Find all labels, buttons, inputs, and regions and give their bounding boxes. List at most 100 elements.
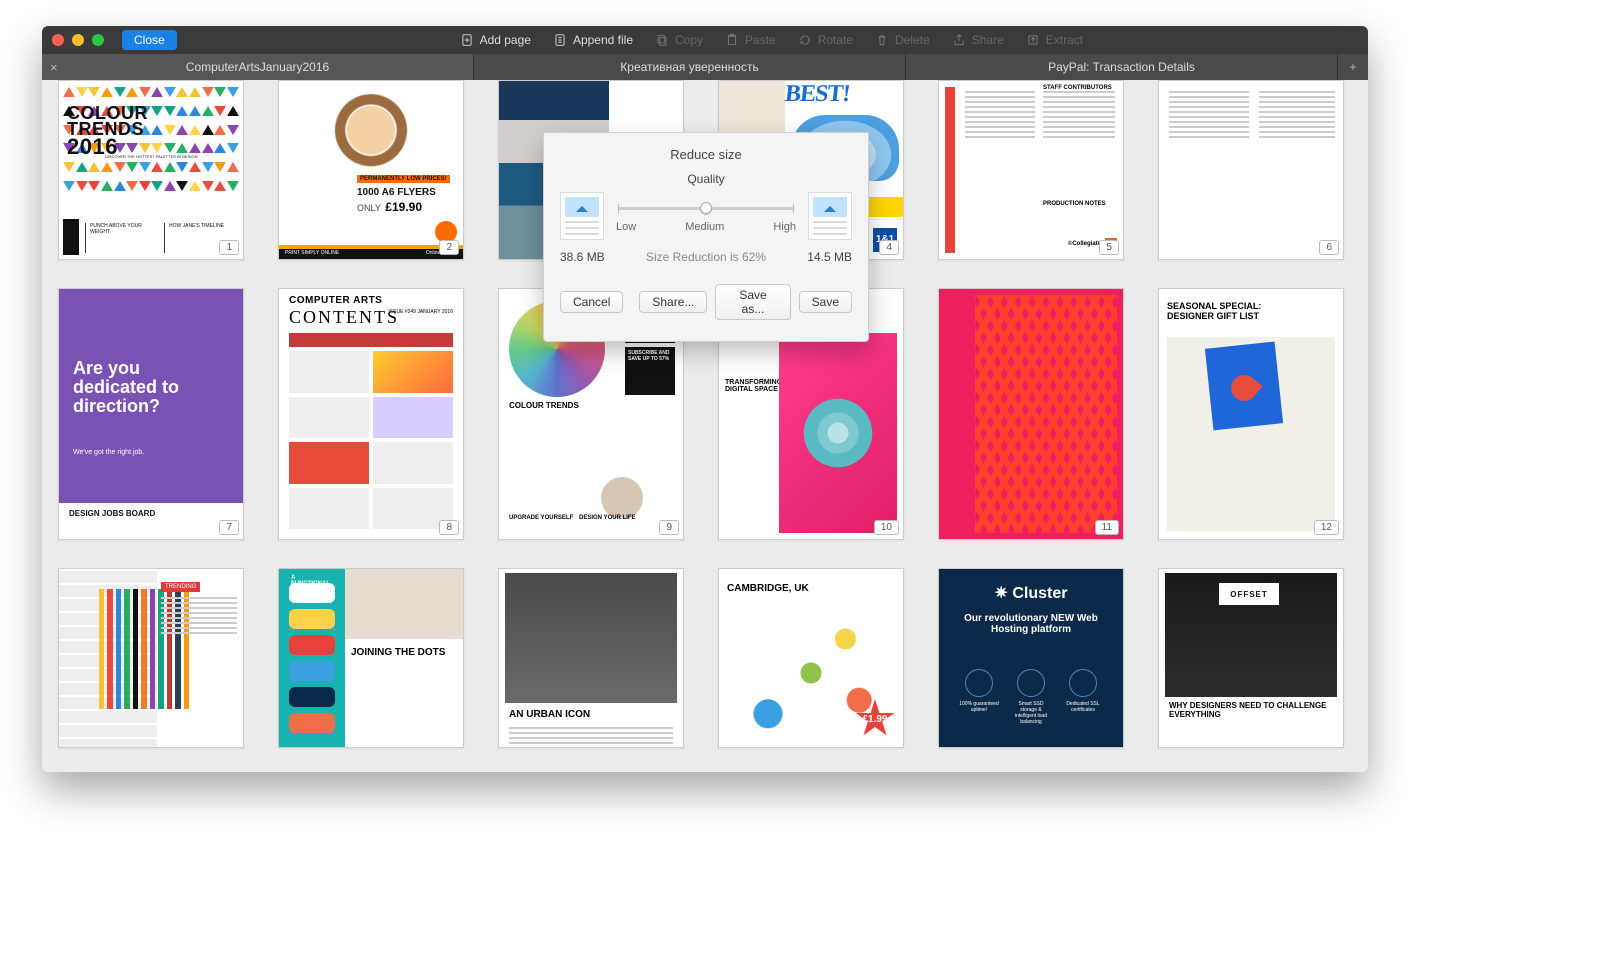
tab-2[interactable]: Креативная уверенность: [474, 54, 906, 80]
page-footer: DESIGN JOBS BOARD: [59, 503, 243, 539]
illustration: [289, 583, 335, 733]
page-thumbnail[interactable]: PERMANENTLY LOW PRICES! 1000 A6 FLYERS O…: [278, 80, 464, 260]
new-tab-button[interactable]: +: [1338, 54, 1368, 80]
paste-button[interactable]: Paste: [725, 33, 776, 47]
page-thumbnail[interactable]: CAMBRIDGE, UK £1.99: [718, 568, 904, 748]
share-button[interactable]: Share: [952, 33, 1004, 47]
page-thumbnail[interactable]: 11: [938, 288, 1124, 540]
rotate-icon: [798, 33, 812, 47]
callout-box: SUBSCRIBE AND SAVE UP TO 57%: [625, 347, 675, 395]
traffic-zoom-icon[interactable]: [92, 34, 104, 46]
page-thumbnail[interactable]: AN URBAN ICON: [498, 568, 684, 748]
headline: JOINING THE DOTS: [351, 647, 445, 658]
page-title: COLOUR TRENDS 2016: [67, 105, 148, 157]
toolbar-label: Append file: [573, 33, 633, 47]
page-number: 10: [874, 520, 899, 535]
brand-logo: ✷ Cluster: [939, 583, 1123, 603]
page-thumbnail[interactable]: STAFF CONTRIBUTORS PRODUCTION NOTES ©Col…: [938, 80, 1124, 260]
issue-label: ISSUE #249 JANUARY 2016: [388, 309, 453, 315]
close-icon[interactable]: ×: [50, 60, 58, 75]
subheadline: TRANSFORMING DIGITAL SPACE: [725, 379, 779, 393]
page-thumbnail[interactable]: COMPUTER ARTS CONTENTS ISSUE #249 JANUAR…: [278, 288, 464, 540]
append-file-icon: [553, 33, 567, 47]
quality-slider[interactable]: [614, 199, 798, 215]
add-page-button[interactable]: Add page: [460, 33, 531, 47]
page-thumbnail[interactable]: Are you dedicated to direction? We've go…: [58, 288, 244, 540]
document-preview-before-icon: [560, 192, 604, 240]
page-number: 2: [439, 240, 459, 255]
toolbar: Close Add page Append file Copy Paste Ro…: [42, 26, 1368, 54]
delete-button[interactable]: Delete: [875, 33, 930, 47]
headline: AN URBAN ICON: [509, 709, 590, 720]
share-icon: [952, 33, 966, 47]
headline: WHY DESIGNERS NEED TO CHALLENGE EVERYTHI…: [1169, 701, 1339, 719]
sign: OFFSET: [1219, 583, 1279, 605]
page-subtitle: DISCOVER THE HOTTEST PALETTES IN DESIGN: [105, 155, 197, 160]
toolbar-label: Paste: [745, 33, 776, 47]
storage-icon: [1017, 669, 1045, 697]
page-number: 12: [1314, 520, 1339, 535]
page-thumbnail[interactable]: OFFSET WHY DESIGNERS NEED TO CHALLENGE E…: [1158, 568, 1344, 748]
headline: BEST!: [784, 81, 899, 108]
tab-3[interactable]: PayPal: Transaction Details: [906, 54, 1338, 80]
save-as-button[interactable]: Save as...: [715, 284, 790, 320]
shield-icon: [965, 669, 993, 697]
modal-title: Reduce size: [560, 147, 852, 162]
append-file-button[interactable]: Append file: [553, 33, 633, 47]
page-thumbnail[interactable]: /* filled below by tri generator */ COLO…: [58, 80, 244, 260]
page-number: 6: [1319, 240, 1339, 255]
trash-icon: [875, 33, 889, 47]
page-number: 8: [439, 520, 459, 535]
page-thumbnail[interactable]: ✷ Cluster Our revolutionary NEW Web Host…: [938, 568, 1124, 748]
headline: Are you dedicated to direction?: [73, 359, 223, 416]
page-number: 4: [879, 240, 899, 255]
toolbar-actions: Add page Append file Copy Paste Rotate D…: [185, 33, 1358, 47]
close-button[interactable]: Close: [122, 30, 177, 50]
toolbar-label: Add page: [480, 33, 531, 47]
reduction-text: Size Reduction is 62%: [646, 250, 766, 264]
headline: CONTENTS: [289, 307, 399, 328]
subheadline: We've got the right job.: [73, 449, 144, 456]
ad-text: PERMANENTLY LOW PRICES! 1000 A6 FLYERS O…: [357, 167, 457, 229]
page-footer: PUNCH ABOVE YOUR WEIGHT HOW JANE'S TIMEL…: [85, 223, 237, 253]
size-after: 14.5 MB: [807, 250, 852, 264]
masthead: COMPUTER ARTS: [289, 295, 382, 306]
page-number: 1: [219, 240, 239, 255]
feature-icons: 100% guaranteed uptime! Smart SSD storag…: [955, 669, 1107, 725]
headline: CAMBRIDGE, UK: [727, 583, 809, 594]
headline: Our revolutionary NEW Web Hosting platfo…: [953, 613, 1109, 635]
subheadline: DESIGN YOUR LIFE: [579, 515, 636, 521]
page-thumbnail[interactable]: SEASONAL SPECIAL: DESIGNER GIFT LIST 12: [1158, 288, 1344, 540]
page-number: 11: [1095, 520, 1119, 535]
page-thumbnail[interactable]: 6: [1158, 80, 1344, 260]
page-thumbnail[interactable]: TRENDING: [58, 568, 244, 748]
traffic-close-icon[interactable]: [52, 34, 64, 46]
tab-1[interactable]: × ComputerArtsJanuary2016: [42, 54, 474, 80]
section-bar: [289, 333, 453, 347]
tab-bar: × ComputerArtsJanuary2016 Креативная уве…: [42, 54, 1368, 80]
decorative-block: [63, 219, 79, 255]
copy-button[interactable]: Copy: [655, 33, 703, 47]
save-button[interactable]: Save: [799, 291, 852, 313]
toolbar-label: Delete: [895, 33, 930, 47]
page-number: 5: [1099, 240, 1119, 255]
cancel-button[interactable]: Cancel: [560, 291, 623, 313]
extract-button[interactable]: Extract: [1026, 33, 1083, 47]
contents-grid: [289, 351, 453, 529]
quality-label: Quality: [560, 172, 852, 186]
tab-label: PayPal: Transaction Details: [1048, 60, 1195, 74]
app-window: Close Add page Append file Copy Paste Ro…: [42, 26, 1368, 772]
share-button[interactable]: Share...: [639, 291, 707, 313]
slider-knob[interactable]: [700, 202, 712, 214]
subheadline: A FUNCTIONAL CULTURAL MASHUP: [291, 575, 335, 599]
page-thumbnail[interactable]: A FUNCTIONAL CULTURAL MASHUP JOINING THE…: [278, 568, 464, 748]
headline: SEASONAL SPECIAL: DESIGNER GIFT LIST: [1167, 301, 1297, 321]
tab-label: ComputerArtsJanuary2016: [186, 60, 329, 74]
tab-label: Креативная уверенность: [620, 60, 758, 74]
photo-placeholder: [345, 569, 463, 639]
slider-labels: Low Medium High: [614, 221, 798, 233]
copy-icon: [655, 33, 669, 47]
rotate-button[interactable]: Rotate: [798, 33, 853, 47]
portrait-placeholder: [601, 477, 643, 519]
traffic-minimize-icon[interactable]: [72, 34, 84, 46]
